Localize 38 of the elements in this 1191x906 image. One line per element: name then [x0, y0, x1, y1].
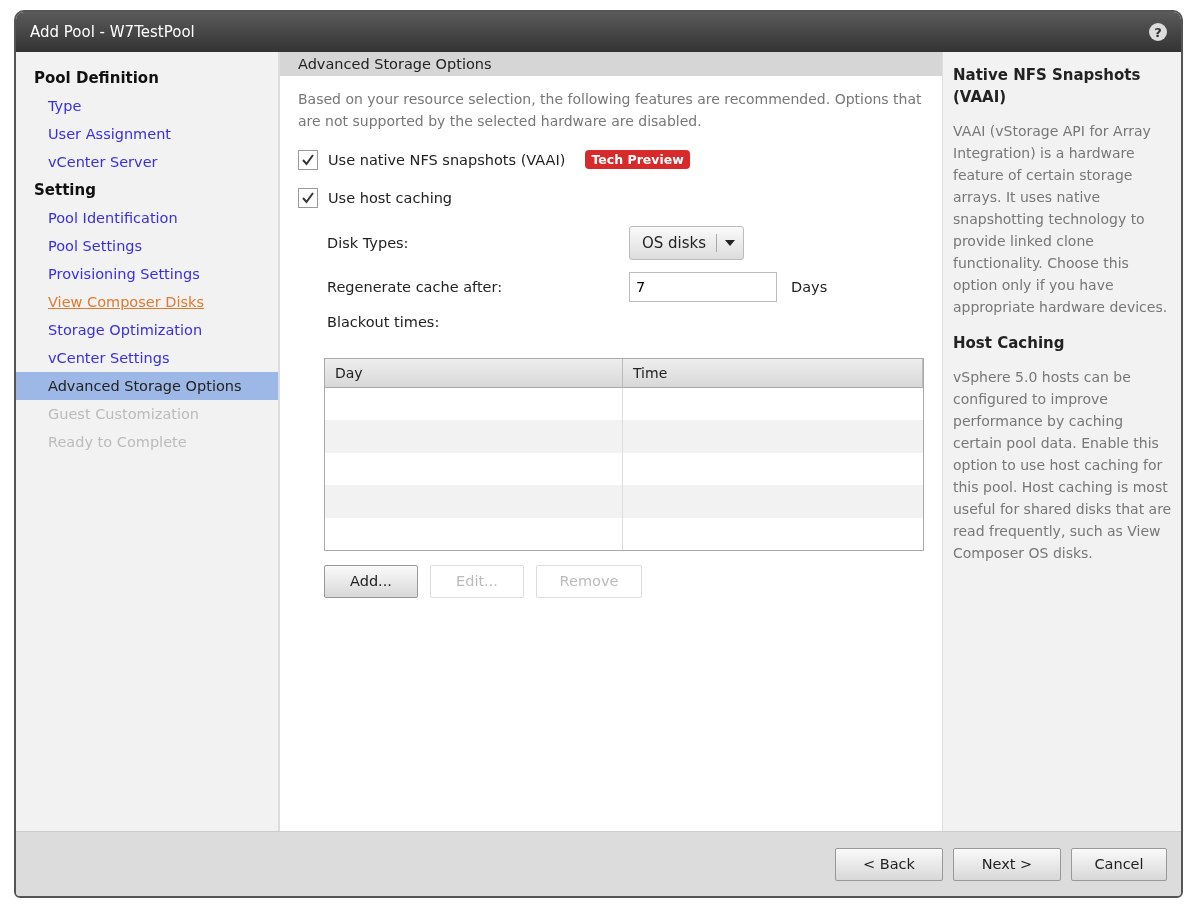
nav-link[interactable]: User Assignment — [16, 120, 278, 148]
field-label: Disk Types: — [327, 235, 410, 251]
help-title: Native NFS Snapshots (VAAI) — [953, 65, 1142, 108]
disk-type-dropdown[interactable]: OS disks — [629, 226, 745, 260]
cache-days-field[interactable]: 7 — [629, 272, 777, 302]
nav-link[interactable]: Type — [16, 92, 278, 120]
column-header[interactable]: Time — [623, 359, 923, 387]
checkbox-label: Use host caching — [328, 190, 453, 206]
help-text: vSphere 5.0 hosts can be configured to improve performance by caching certain pool data. Enable this option to use host caching for this pool. Host caching is most useful for shared disks that are read frequently, such as View Composer OS disks. — [953, 368, 1172, 563]
help-text: VAAI (vStorage API for Array Integration) is a hardware feature of certain storage arrays. It uses native snapshotting technology to provide linked clone functionality. Choose this option only if you have appropriate hardware devices. — [953, 122, 1169, 317]
checkmark-icon — [301, 191, 315, 205]
help-title: Host Caching — [953, 333, 1066, 354]
field-label: Blackout times: — [327, 314, 441, 330]
window-title: Add Pool - W7TestPool — [30, 23, 195, 41]
checkbox[interactable] — [298, 150, 318, 170]
nav-link[interactable]: vCenter Server — [16, 148, 278, 176]
nav-heading: Setting — [33, 180, 97, 201]
nav-link[interactable]: Pool Identification — [16, 204, 278, 232]
checkmark-icon — [301, 153, 315, 167]
field-label: Regenerate cache after: — [327, 279, 504, 295]
help-button[interactable]: ? — [1149, 23, 1167, 41]
table-action-button[interactable]: Add... — [324, 564, 418, 598]
nav-heading: Pool Definition — [33, 68, 160, 89]
section-heading: Advanced Storage Options — [280, 52, 942, 76]
wizard-button[interactable]: < Back — [835, 847, 943, 881]
nav-link[interactable]: Provisioning Settings — [16, 260, 278, 288]
column-header[interactable]: Day — [325, 359, 623, 387]
nav-link[interactable]: vCenter Settings — [16, 344, 278, 372]
unit-label: Days — [791, 279, 828, 295]
nav-link[interactable]: Advanced Storage Options — [16, 372, 278, 400]
checkbox[interactable] — [298, 188, 318, 208]
checkbox-label: Use native NFS snapshots (VAAI) — [328, 152, 566, 168]
wizard-button[interactable]: Cancel — [1071, 847, 1167, 881]
nav-link[interactable]: Pool Settings — [16, 232, 278, 260]
tech-preview-badge: Tech Preview — [585, 150, 690, 169]
nav-link[interactable]: Storage Optimization — [16, 316, 278, 344]
intro-text: Based on your resource selection, the following features are recommended. Options that are not supported by the selected hardware are disabled. — [298, 90, 923, 131]
wizard-button[interactable]: Next > — [953, 847, 1061, 881]
